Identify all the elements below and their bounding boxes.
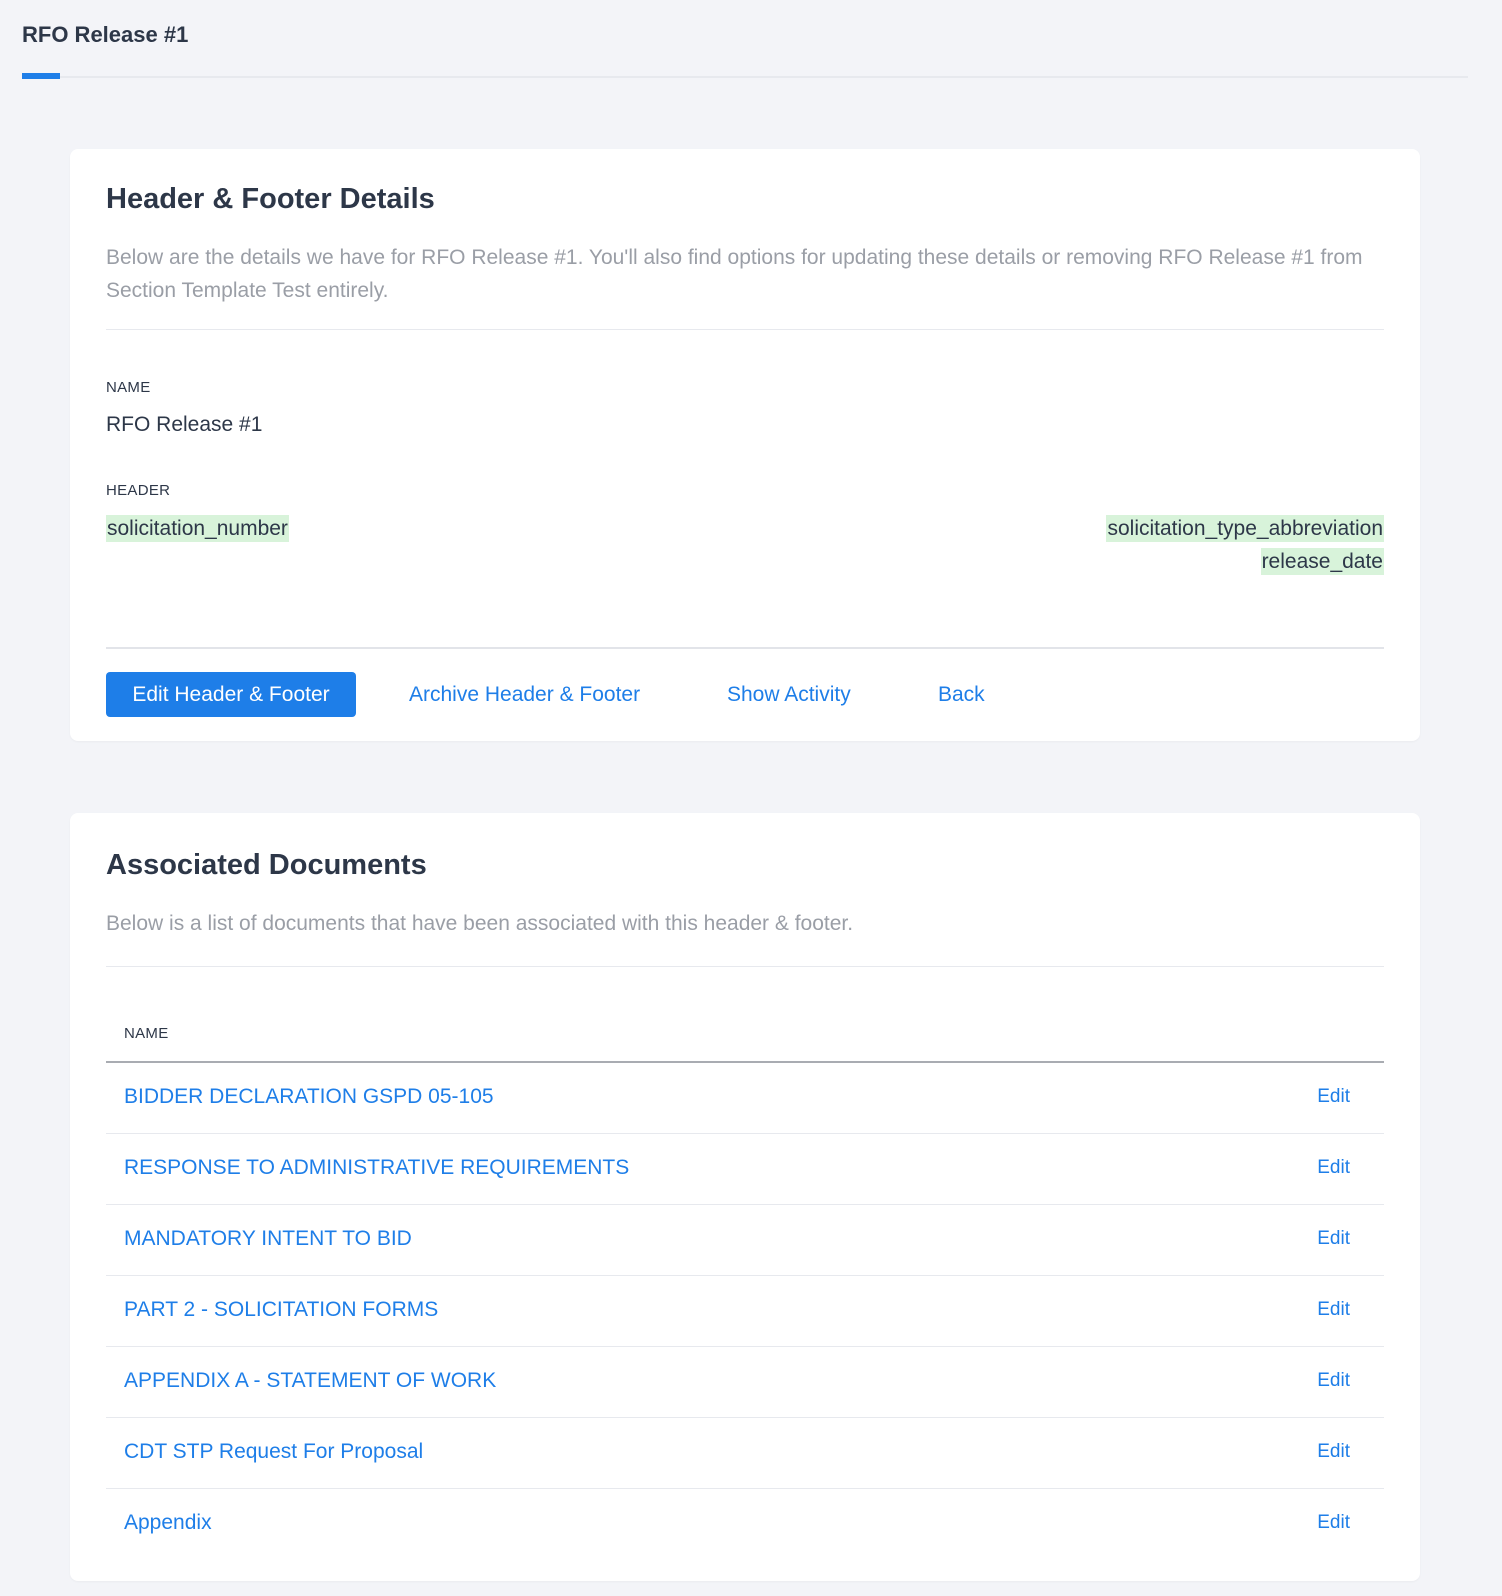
edit-link[interactable]: Edit [1317,1441,1350,1463]
details-card: Header & Footer Details Below are the de… [70,149,1420,741]
document-link[interactable]: APPENDIX A - STATEMENT OF WORK [124,1369,496,1393]
document-link[interactable]: MANDATORY INTENT TO BID [124,1227,412,1251]
table-row: APPENDIX A - STATEMENT OF WORK Edit [106,1347,1384,1418]
name-value: RFO Release #1 [106,413,263,436]
name-label: NAME [106,379,151,396]
table-row: RESPONSE TO ADMINISTRATIVE REQUIREMENTS … [106,1134,1384,1205]
tab-rfo-release[interactable]: RFO Release #1 [22,22,188,48]
documents-divider [106,966,1384,967]
table-row: Appendix Edit [106,1489,1384,1560]
table-row: BIDDER DECLARATION GSPD 05-105 Edit [106,1063,1384,1134]
header-tag-solicitation-number: solicitation_number [106,515,289,542]
document-link[interactable]: PART 2 - SOLICITATION FORMS [124,1298,438,1322]
edit-header-footer-button[interactable]: Edit Header & Footer [106,672,356,717]
edit-link[interactable]: Edit [1317,1299,1350,1321]
details-title: Header & Footer Details [106,183,435,215]
table-row: MANDATORY INTENT TO BID Edit [106,1205,1384,1276]
active-tab-indicator [22,73,60,79]
archive-header-footer-link[interactable]: Archive Header & Footer [409,672,640,717]
details-divider [106,329,1384,330]
edit-link[interactable]: Edit [1317,1370,1350,1392]
back-link[interactable]: Back [938,672,985,717]
tab-bar: RFO Release #1 [22,0,1468,79]
edit-link[interactable]: Edit [1317,1157,1350,1179]
associated-documents-card: Associated Documents Below is a list of … [70,813,1420,1581]
details-description: Below are the details we have for RFO Re… [106,246,1363,302]
header-label: HEADER [106,482,171,499]
header-tag-solicitation-type-abbreviation: solicitation_type_abbreviation [1106,515,1384,542]
table-row: CDT STP Request For Proposal Edit [106,1418,1384,1489]
documents-description: Below is a list of documents that have b… [106,912,854,935]
document-link[interactable]: RESPONSE TO ADMINISTRATIVE REQUIREMENTS [124,1156,629,1180]
edit-link[interactable]: Edit [1317,1228,1350,1250]
show-activity-link[interactable]: Show Activity [727,672,851,717]
document-link[interactable]: BIDDER DECLARATION GSPD 05-105 [124,1085,494,1109]
table-row: PART 2 - SOLICITATION FORMS Edit [106,1276,1384,1347]
edit-link[interactable]: Edit [1317,1086,1350,1108]
edit-link[interactable]: Edit [1317,1512,1350,1534]
column-header-name: NAME [124,1025,169,1042]
document-link[interactable]: CDT STP Request For Proposal [124,1440,423,1464]
actions-divider [106,647,1384,649]
documents-title: Associated Documents [106,849,427,881]
header-tag-release-date: release_date [1260,548,1384,575]
document-link[interactable]: Appendix [124,1511,212,1535]
